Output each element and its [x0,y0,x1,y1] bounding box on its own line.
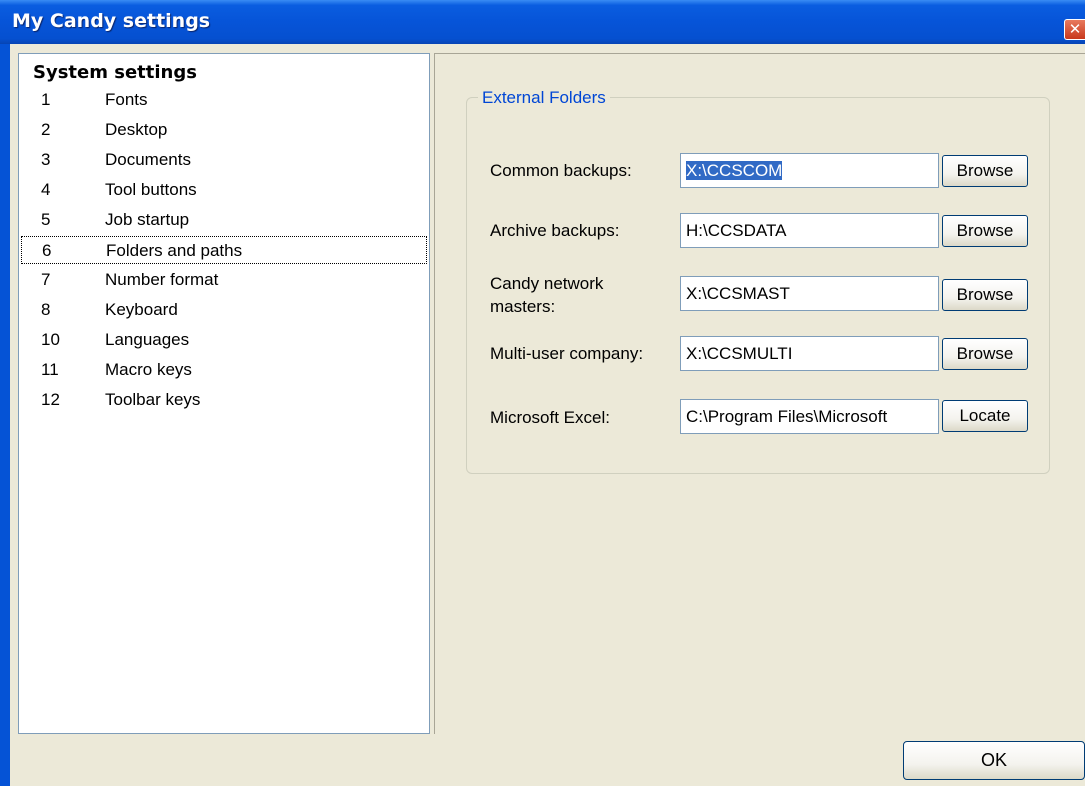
candy-network-masters-browse-button[interactable]: Browse [942,279,1028,311]
common-backups-label: Common backups: [490,161,632,180]
tree-item-number-format[interactable]: 7 Number format [21,266,427,294]
candy-network-masters-label-line1: Candy network [490,274,604,293]
tree-item-label: Documents [105,150,191,169]
tree-item-label: Fonts [105,90,148,109]
tree-item-label: Keyboard [105,300,178,319]
tree-item-keyboard[interactable]: 8 Keyboard [21,296,427,324]
multi-user-company-browse-button[interactable]: Browse [942,338,1028,370]
tree-item-number: 10 [41,330,60,349]
archive-backups-label: Archive backups: [490,221,620,240]
microsoft-excel-locate-button[interactable]: Locate [942,400,1028,432]
close-icon[interactable]: ✕ [1064,19,1085,40]
tree-item-number: 2 [41,120,51,139]
common-backups-browse-button[interactable]: Browse [942,155,1028,187]
selected-text: X:\CCSCOM [686,161,783,180]
microsoft-excel-label: Microsoft Excel: [490,408,610,427]
tree-item-number: 1 [41,90,51,109]
settings-tree[interactable]: System settings 1 Fonts 2 Desktop 3 Docu… [18,53,430,734]
tree-item-tool-buttons[interactable]: 4 Tool buttons [21,176,427,204]
microsoft-excel-input[interactable]: C:\Program Files\Microsoft [680,399,939,434]
tree-item-toolbar-keys[interactable]: 12 Toolbar keys [21,386,427,414]
candy-network-masters-label-line2: masters: [490,297,556,316]
multi-user-company-input[interactable]: X:\CCSMULTI [680,336,939,371]
tree-item-number: 3 [41,150,51,169]
tree-item-number: 4 [41,180,51,199]
group-title: External Folders [478,88,610,108]
tree-item-documents[interactable]: 3 Documents [21,146,427,174]
tree-item-folders-and-paths[interactable]: 6 Folders and paths [21,236,427,264]
archive-backups-input[interactable]: H:\CCSDATA [680,213,939,248]
settings-window: My Candy settings ✕ System settings 1 Fo… [0,0,1085,786]
tree-item-number: 7 [41,270,51,289]
tree-item-job-startup[interactable]: 5 Job startup [21,206,427,234]
archive-backups-browse-button[interactable]: Browse [942,215,1028,247]
tree-item-label: Tool buttons [105,180,197,199]
tree-item-languages[interactable]: 10 Languages [21,326,427,354]
tree-item-number: 5 [41,210,51,229]
tree-item-number: 11 [41,360,59,379]
tree-root-label[interactable]: System settings [33,62,197,83]
tree-item-macro-keys[interactable]: 11 Macro keys [21,356,427,384]
tree-item-desktop[interactable]: 2 Desktop [21,116,427,144]
candy-network-masters-input[interactable]: X:\CCSMAST [680,276,939,311]
multi-user-company-label: Multi-user company: [490,344,644,363]
window-title: My Candy settings [12,10,211,32]
tree-item-number: 6 [42,241,52,260]
tree-item-label: Languages [105,330,190,349]
tree-item-label: Desktop [105,120,168,139]
tree-item-fonts[interactable]: 1 Fonts [21,86,427,114]
tree-item-label: Folders and paths [106,241,243,260]
tree-item-label: Number format [105,270,219,289]
tree-item-number: 12 [41,390,60,409]
common-backups-input[interactable]: X:\CCSCOM [680,153,939,188]
tree-item-number: 8 [41,300,51,319]
title-bar[interactable]: My Candy settings ✕ [0,0,1085,44]
tree-item-label: Macro keys [105,360,192,379]
tree-item-label: Toolbar keys [105,390,201,409]
ok-button[interactable]: OK [903,741,1085,780]
tree-item-label: Job startup [105,210,190,229]
window-border-left [0,44,10,786]
